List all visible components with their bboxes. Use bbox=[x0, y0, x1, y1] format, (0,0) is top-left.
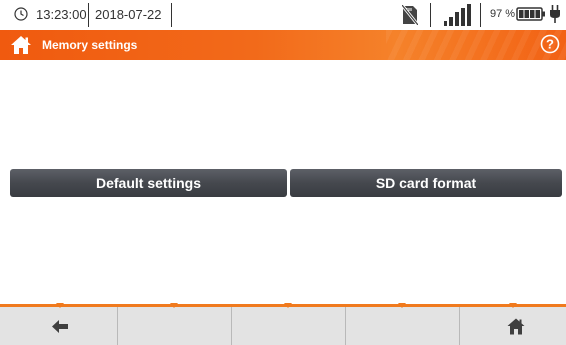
status-bar: 13:23:00 2018-07-22 97 % bbox=[0, 0, 566, 30]
sd-card-crossed-icon bbox=[402, 5, 418, 25]
status-divider bbox=[171, 3, 172, 27]
clock-icon bbox=[14, 7, 28, 21]
home-icon[interactable] bbox=[10, 35, 32, 55]
help-icon[interactable]: ? bbox=[540, 34, 560, 54]
softkey-3[interactable] bbox=[231, 307, 346, 345]
softkey-marker bbox=[398, 303, 406, 308]
status-divider bbox=[88, 3, 89, 27]
sd-card-format-button[interactable]: SD card format bbox=[290, 169, 562, 197]
plug-icon bbox=[550, 5, 560, 23]
default-settings-button[interactable]: Default settings bbox=[10, 169, 287, 197]
softkey-marker bbox=[509, 303, 517, 308]
softkey-marker bbox=[56, 303, 64, 308]
softkey-marker bbox=[284, 303, 292, 308]
battery-icon bbox=[516, 7, 545, 21]
battery-percentage: 97 % bbox=[490, 8, 516, 20]
status-divider bbox=[430, 3, 431, 27]
softkey-4[interactable] bbox=[345, 307, 460, 345]
softkey-2[interactable] bbox=[117, 307, 232, 345]
status-time: 13:23:00 bbox=[36, 7, 87, 22]
home-icon[interactable] bbox=[507, 318, 525, 335]
status-date: 2018-07-22 bbox=[95, 7, 162, 22]
page-title: Memory settings bbox=[42, 38, 138, 52]
signal-icon bbox=[444, 4, 471, 26]
softkey-back[interactable] bbox=[0, 307, 118, 345]
svg-text:?: ? bbox=[546, 37, 554, 52]
softkey-home[interactable] bbox=[459, 307, 566, 345]
back-arrow-icon[interactable] bbox=[52, 320, 68, 333]
softkey-marker bbox=[170, 303, 178, 308]
status-divider bbox=[480, 3, 481, 27]
bottom-bar bbox=[0, 303, 566, 345]
title-bar: Memory settings ? bbox=[0, 30, 566, 60]
